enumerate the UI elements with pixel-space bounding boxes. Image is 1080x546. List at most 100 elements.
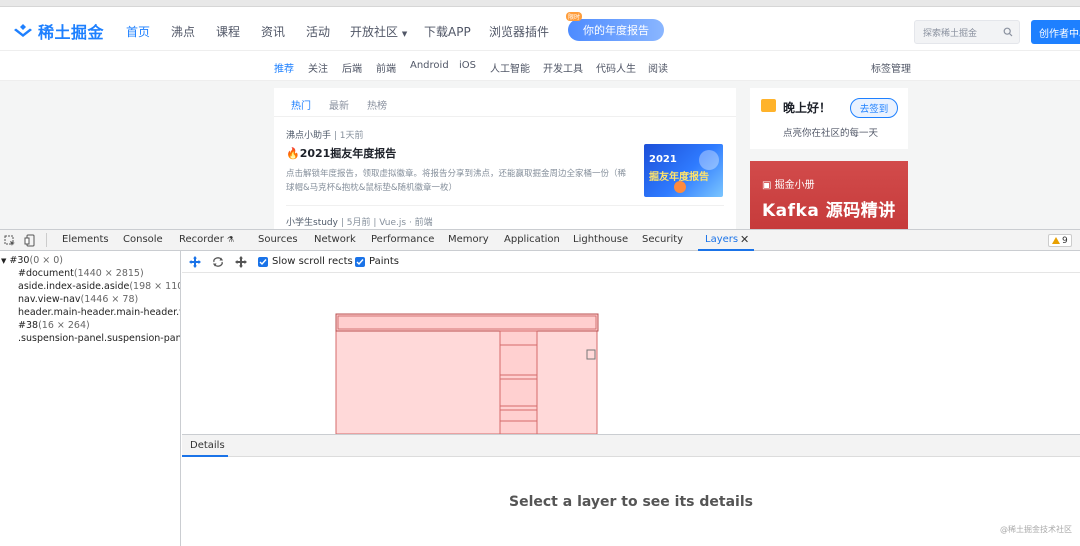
article-tags[interactable]: Vue.js · 前端 <box>379 218 432 228</box>
slow-scroll-rects-label[interactable]: Slow scroll rects <box>272 256 353 267</box>
category-ai[interactable]: 人工智能 <box>490 60 530 75</box>
tab-security[interactable]: Security <box>642 234 683 245</box>
tab-sources[interactable]: Sources <box>258 234 298 245</box>
tab-recorder[interactable]: Recorder ⚗ <box>179 234 234 245</box>
tree-row[interactable]: aside.index-aside.aside(198 × 1101) <box>18 281 180 292</box>
reset-transform-icon[interactable] <box>234 256 248 268</box>
category-backend[interactable]: 后端 <box>342 60 362 75</box>
details-empty-message: Select a layer to see its details <box>509 494 753 510</box>
layer-size: (1440 × 2815) <box>73 268 144 279</box>
slow-scroll-rects-checkbox[interactable] <box>258 257 268 267</box>
details-tab-bar: Details <box>182 434 1080 457</box>
browser-top-strip <box>0 0 1080 7</box>
pan-mode-icon[interactable] <box>188 256 202 268</box>
booklet-icon: ▣ <box>762 180 772 191</box>
article-author[interactable]: 小学生study <box>286 218 338 228</box>
nav-courses[interactable]: 课程 <box>216 23 240 40</box>
tree-row[interactable]: #38(16 × 264) <box>18 320 90 331</box>
site-logo[interactable]: 稀土掘金 <box>12 21 104 42</box>
tab-elements[interactable]: Elements <box>62 234 109 245</box>
article-divider <box>286 205 724 206</box>
thumbnail-year: 2021 <box>649 154 677 165</box>
category-following[interactable]: 关注 <box>308 60 328 75</box>
tree-row[interactable]: nav.view-nav(1446 × 78) <box>18 294 138 305</box>
calendar-icon <box>761 99 776 112</box>
signin-subtitle: 点亮你在社区的每一天 <box>783 128 879 139</box>
layers-canvas[interactable] <box>182 273 1080 435</box>
nav-open-community[interactable]: 开放社区 ▼ <box>350 23 407 40</box>
article-thumbnail[interactable]: 2021 掘友年度报告 <box>644 144 723 197</box>
juejin-logo-icon <box>14 24 32 37</box>
category-reading[interactable]: 阅读 <box>648 60 668 75</box>
tab-memory[interactable]: Memory <box>448 234 489 245</box>
feed-tab-hot[interactable]: 热门 <box>291 97 311 112</box>
feed-tab-latest[interactable]: 最新 <box>329 97 349 112</box>
devtools-tab-bar: Elements Console Recorder ⚗ Sources Netw… <box>0 229 1080 251</box>
tab-details[interactable]: Details <box>190 440 225 451</box>
site-header: 稀土掘金 首页 沸点 课程 资讯 活动 开放社区 ▼ 下载APP 浏览器插件 限… <box>0 7 1080 51</box>
layers-toolbar: Slow scroll rects Paints <box>182 251 1080 273</box>
creator-center-button[interactable]: 创作者中心 <box>1031 20 1080 44</box>
category-recommend[interactable]: 推荐 <box>274 60 294 75</box>
nav-download-app[interactable]: 下载APP <box>424 23 471 40</box>
layer-name: .suspension-panel.suspension-panel <box>18 333 181 344</box>
category-android[interactable]: Android <box>410 60 449 71</box>
booklet-ad-banner[interactable]: ▣ 掘金小册 Kafka 源码精讲 <box>750 161 908 229</box>
booklet-logo-text: 掘金小册 <box>774 180 815 191</box>
article-meta: 沸点小助手 | 1天前 <box>286 131 364 141</box>
tab-console[interactable]: Console <box>123 234 163 245</box>
feed-tab-ranking[interactable]: 热榜 <box>367 97 387 112</box>
tree-row[interactable]: header.main-header.main-header.visi <box>18 307 181 318</box>
inspect-element-icon[interactable] <box>4 235 16 247</box>
tree-row[interactable]: ▼ #30(0 × 0) <box>1 255 63 266</box>
signin-card: 晚上好！ 点亮你在社区的每一天 去签到 <box>750 88 908 149</box>
tag-manage-link[interactable]: 标签管理 <box>871 60 911 75</box>
feed-card: 热门 最新 热榜 沸点小助手 | 1天前 🔥2021掘友年度报告 点击解锁年度报… <box>274 88 736 229</box>
header-layer[interactable] <box>335 313 599 332</box>
nav-home[interactable]: 首页 <box>126 23 150 40</box>
tab-performance[interactable]: Performance <box>371 234 434 245</box>
annual-report-badge[interactable]: 限时 你的年度报告 <box>566 12 664 41</box>
checkmark-icon <box>356 259 364 266</box>
article-description[interactable]: 点击解锁年度报告，领取虚拟徽章。将报告分享到沸点，还能赢取掘金周边全家桶一份（稀… <box>286 167 626 195</box>
layers-visualization[interactable] <box>182 273 1080 435</box>
warnings-badge[interactable]: 9 <box>1048 234 1072 247</box>
rotate-mode-icon[interactable] <box>211 256 225 268</box>
layer-name: header.main-header.main-header.visi <box>18 307 181 318</box>
nav-pins[interactable]: 沸点 <box>171 23 195 40</box>
search-icon[interactable] <box>1003 27 1013 37</box>
device-toolbar-icon[interactable] <box>24 234 36 247</box>
category-dev-tools[interactable]: 开发工具 <box>543 60 583 75</box>
category-frontend[interactable]: 前端 <box>376 60 396 75</box>
flask-icon: ⚗ <box>227 235 235 244</box>
tab-application[interactable]: Application <box>504 234 560 245</box>
tab-lighthouse[interactable]: Lighthouse <box>573 234 628 245</box>
layer-size: (16 × 264) <box>38 320 90 331</box>
thumbnail-title: 掘友年度报告 <box>649 172 709 183</box>
layer-size: (1446 × 78) <box>80 294 139 305</box>
aside-layer[interactable] <box>499 330 538 435</box>
booklet-logo: ▣ 掘金小册 <box>762 176 815 191</box>
signin-button[interactable]: 去签到 <box>850 98 898 118</box>
article-title[interactable]: 🔥2021掘友年度报告 <box>286 145 396 161</box>
nav-events[interactable]: 活动 <box>306 23 330 40</box>
nav-open-community-label: 开放社区 <box>350 25 399 39</box>
nav-browser-extension[interactable]: 浏览器插件 <box>489 23 549 40</box>
tree-row[interactable]: .suspension-panel.suspension-panel <box>18 333 181 344</box>
article-author[interactable]: 沸点小助手 <box>286 131 331 141</box>
tree-row[interactable]: #document(1440 × 2815) <box>18 268 144 279</box>
checkmark-icon <box>259 259 267 266</box>
tab-network[interactable]: Network <box>314 234 356 245</box>
nav-news[interactable]: 资讯 <box>261 23 285 40</box>
category-ios[interactable]: iOS <box>459 60 476 71</box>
report-badge-label: 你的年度报告 <box>583 24 649 37</box>
close-tab-icon[interactable]: ✕ <box>740 233 749 246</box>
category-code-life[interactable]: 代码人生 <box>596 60 636 75</box>
layer-tree: ▼ #30(0 × 0) #document(1440 × 2815) asid… <box>0 251 181 546</box>
tab-layers[interactable]: Layers <box>705 234 738 245</box>
document-layer[interactable] <box>335 330 598 435</box>
expand-triangle-icon[interactable]: ▼ <box>1 257 6 265</box>
search-input[interactable]: 探索稀土掘金 <box>914 20 1020 44</box>
paints-label[interactable]: Paints <box>369 256 399 267</box>
paints-checkbox[interactable] <box>355 257 365 267</box>
